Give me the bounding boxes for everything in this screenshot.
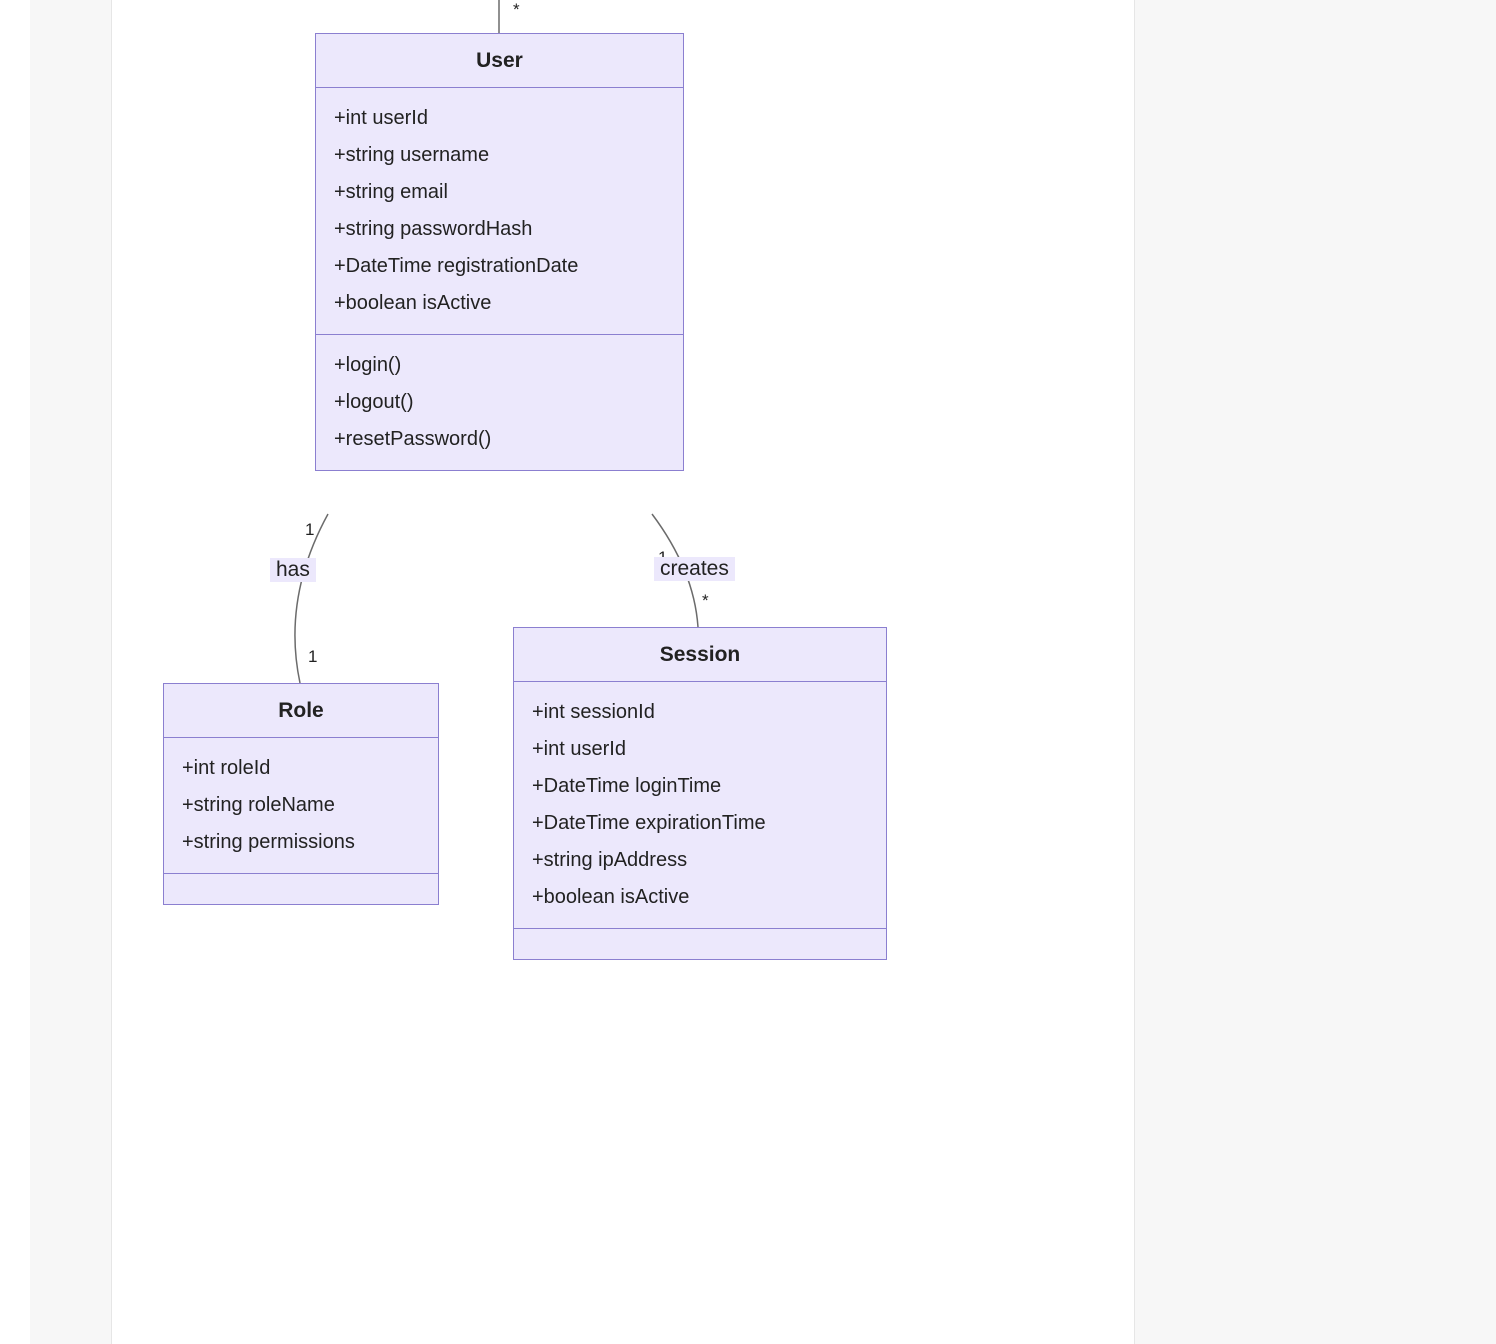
left-sidebar-strip	[0, 0, 30, 1344]
session-attr: +DateTime loginTime	[532, 768, 868, 805]
class-session-attributes: +int sessionId +int userId +DateTime log…	[514, 682, 886, 929]
user-attr: +int userId	[334, 100, 665, 137]
class-user-methods: +login() +logout() +resetPassword()	[316, 335, 683, 470]
left-gutter	[30, 0, 110, 1344]
session-attr: +string ipAddress	[532, 842, 868, 879]
right-area	[1136, 0, 1496, 1344]
session-attr: +boolean isActive	[532, 879, 868, 916]
cardinality-has-source: 1	[305, 520, 314, 540]
user-method: +resetPassword()	[334, 421, 665, 458]
user-attr: +string passwordHash	[334, 211, 665, 248]
relationship-has-label: has	[270, 558, 316, 582]
class-user[interactable]: User +int userId +string username +strin…	[315, 33, 684, 471]
user-method: +login()	[334, 347, 665, 384]
role-attr: +string roleName	[182, 787, 420, 824]
session-attr: +int sessionId	[532, 694, 868, 731]
user-attr: +DateTime registrationDate	[334, 248, 665, 285]
class-session-title: Session	[514, 628, 886, 682]
user-attr: +string username	[334, 137, 665, 174]
class-role-methods	[164, 874, 438, 904]
class-user-attributes: +int userId +string username +string ema…	[316, 88, 683, 335]
class-session[interactable]: Session +int sessionId +int userId +Date…	[513, 627, 887, 960]
class-role-attributes: +int roleId +string roleName +string per…	[164, 738, 438, 874]
cardinality-creates-target: *	[702, 591, 709, 611]
role-attr: +string permissions	[182, 824, 420, 861]
user-method: +logout()	[334, 384, 665, 421]
role-attr: +int roleId	[182, 750, 420, 787]
diagram-canvas: * User +int userId +string username +str…	[111, 0, 1135, 1344]
relationship-creates-label: creates	[654, 557, 735, 581]
cardinality-top: *	[513, 0, 520, 20]
session-attr: +int userId	[532, 731, 868, 768]
class-role-title: Role	[164, 684, 438, 738]
session-attr: +DateTime expirationTime	[532, 805, 868, 842]
user-attr: +boolean isActive	[334, 285, 665, 322]
cardinality-has-target: 1	[308, 647, 317, 667]
user-attr: +string email	[334, 174, 665, 211]
class-role[interactable]: Role +int roleId +string roleName +strin…	[163, 683, 439, 905]
class-session-methods	[514, 929, 886, 959]
class-user-title: User	[316, 34, 683, 88]
